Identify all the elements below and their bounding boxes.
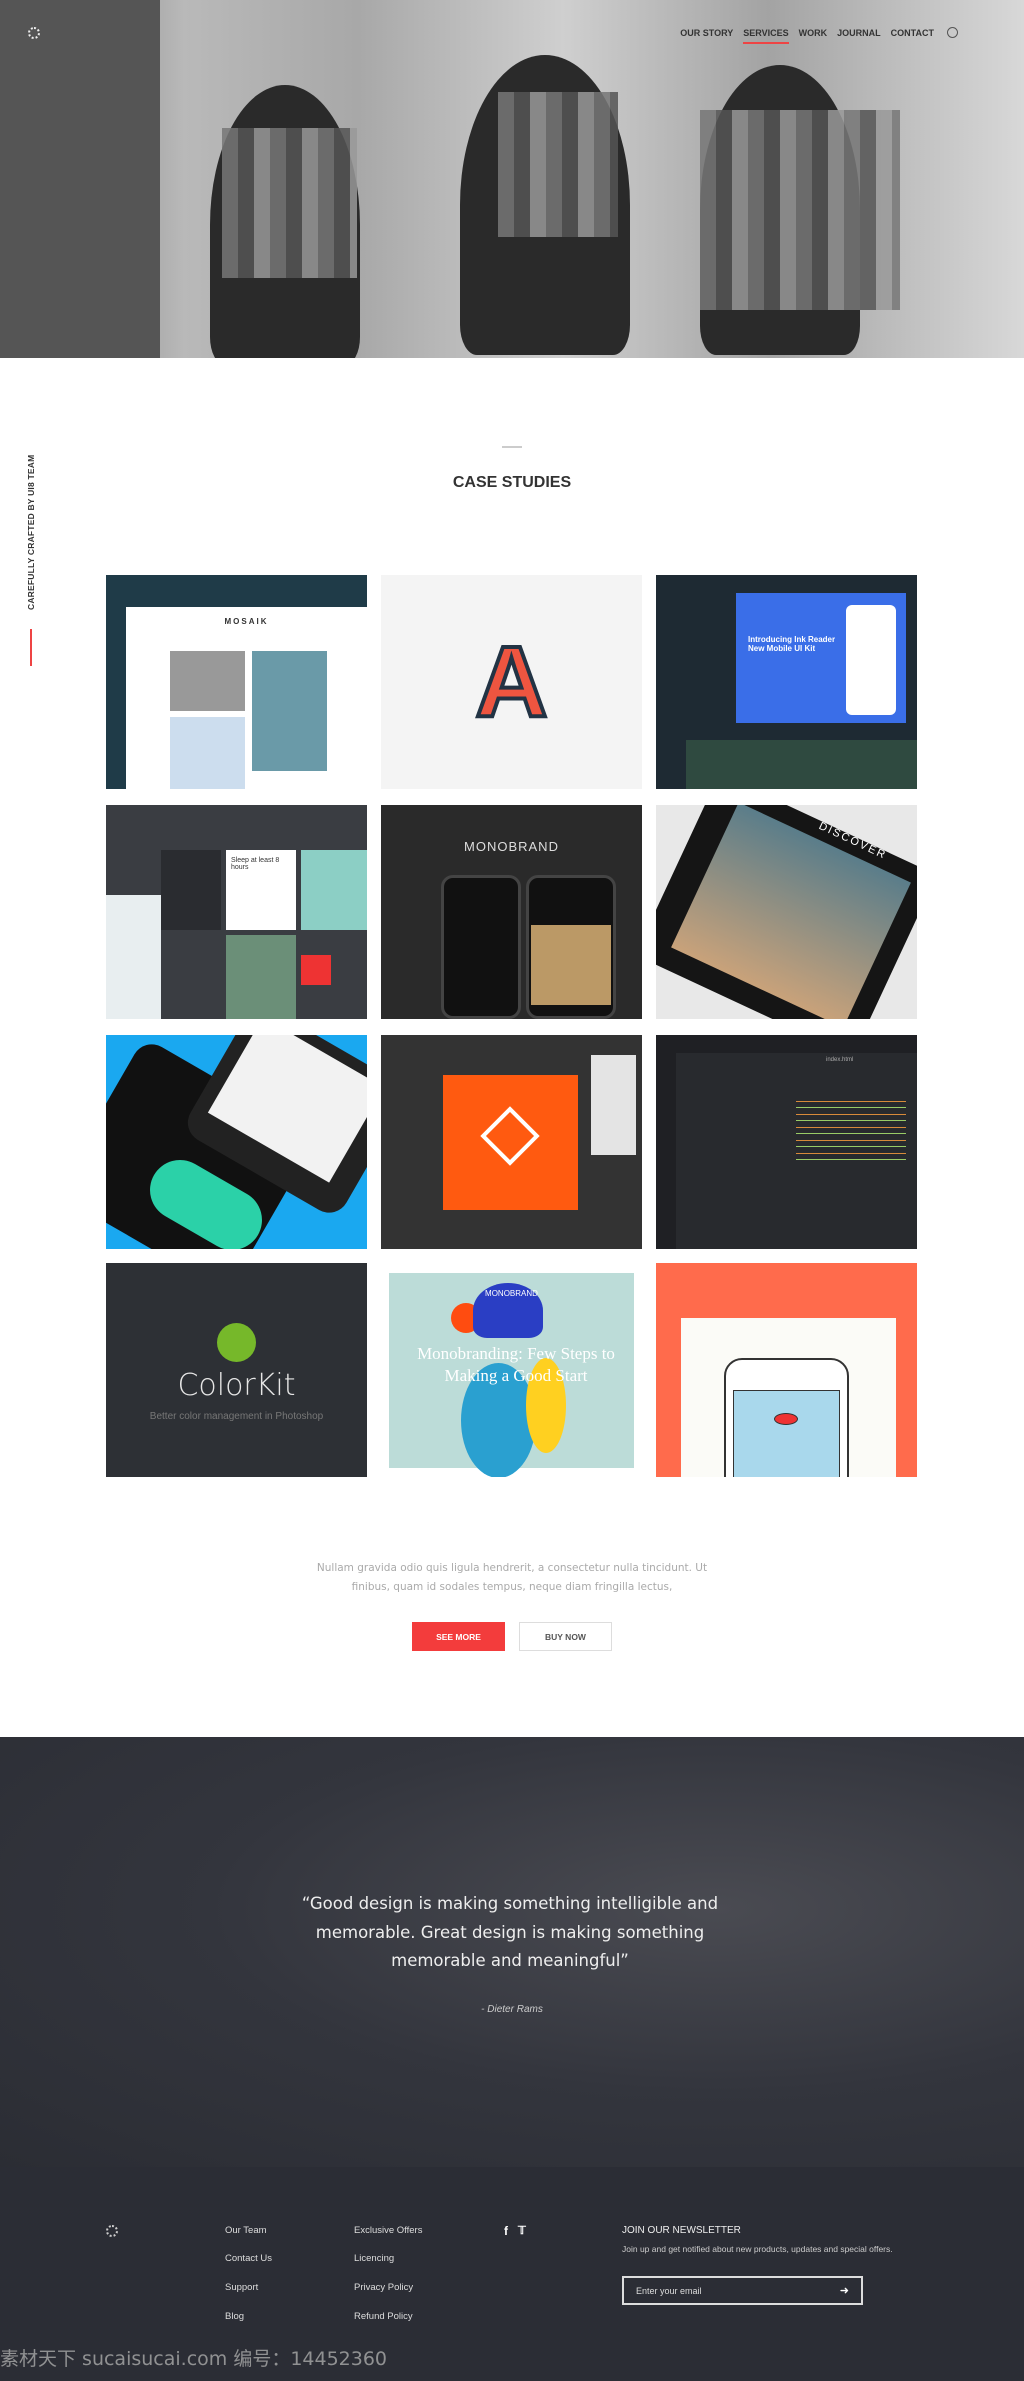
buy-now-button[interactable]: BUY NOW [519,1622,612,1651]
nav-work[interactable]: WORK [799,28,828,44]
tile-label: index.html [826,1057,854,1063]
case-study-tile[interactable] [656,1263,917,1477]
side-accent-line [30,629,32,666]
newsletter-description: Join up and get notified about new produ… [622,2244,893,2254]
case-study-tile[interactable] [381,1035,642,1249]
facebook-icon[interactable]: f [504,2224,508,2238]
watermark: 素材天下 sucaisucai.com 编号：14452360 [0,2348,388,2370]
case-study-tile[interactable]: Sleep at least 8 hours [106,805,367,1019]
tile-label: Sleep at least 8 hours [231,857,280,871]
footer-link-support[interactable]: Support [225,2282,258,2293]
twitter-icon[interactable]: 𝕋 [518,2224,526,2238]
tile-label: MOSAIK [224,617,269,626]
logo-icon[interactable] [28,27,40,39]
case-study-tile[interactable]: DISCOVER [656,805,917,1019]
search-icon[interactable] [947,27,958,38]
nav-journal[interactable]: JOURNAL [837,28,881,44]
tile-sublabel: MONOBRAND [485,1289,538,1298]
footer-link-exclusive-offers[interactable]: Exclusive Offers [354,2225,422,2236]
social-links: f 𝕋 [504,2224,526,2238]
case-study-tile[interactable]: MONOBRAND Monobranding: Few Steps to Mak… [381,1263,642,1477]
title-divider [502,446,522,448]
tile-label: MONOBRAND [464,839,559,854]
nav-contact[interactable]: CONTACT [891,28,934,44]
case-study-tile[interactable] [106,1035,367,1249]
hero-banner: OUR STORY SERVICES WORK JOURNAL CONTACT [0,0,1024,358]
tile-label: ColorKit [177,1368,296,1403]
pixelated-face [700,110,900,310]
logo-icon[interactable] [106,2225,118,2237]
quote-author: - Dieter Rams [481,2004,543,2015]
footer-link-our-team[interactable]: Our Team [225,2225,267,2236]
colorkit-logo-icon [217,1323,256,1362]
case-study-tile[interactable]: MOSAIK [106,575,367,789]
tile-label: Introducing Ink Reader New Mobile UI Kit [748,635,836,653]
case-study-tile[interactable]: ColorKit Better color management in Phot… [106,1263,367,1477]
quote-text: “Good design is making something intelli… [301,1894,719,1970]
case-study-tile[interactable]: Introducing Ink Reader New Mobile UI Kit [656,575,917,789]
case-study-tile[interactable]: index.html [656,1035,917,1249]
footer-link-contact-us[interactable]: Contact Us [225,2253,272,2264]
hero-person [0,0,160,358]
main-nav: OUR STORY SERVICES WORK JOURNAL CONTACT [680,28,934,44]
side-label: CAREFULLY CRAFTED BY UI8 TEAM [22,420,46,670]
arrow-right-icon[interactable]: ➜ [840,2284,849,2297]
nav-services[interactable]: SERVICES [743,28,789,44]
footer-link-refund-policy[interactable]: Refund Policy [354,2311,413,2322]
footer-link-blog[interactable]: Blog [225,2311,244,2322]
nav-our-story[interactable]: OUR STORY [680,28,733,44]
tile-label: A [473,624,549,740]
footer-link-licencing[interactable]: Licencing [354,2253,394,2264]
newsletter-form: ➜ [622,2276,863,2305]
tile-label: Monobranding: Few Steps to Making a Good… [417,1344,615,1385]
tile-sublabel: Better color management in Photoshop [149,1411,324,1422]
case-study-tile[interactable]: A [381,575,642,789]
pixelated-face [498,92,618,237]
footer-link-privacy-policy[interactable]: Privacy Policy [354,2282,413,2293]
email-input[interactable] [636,2285,826,2296]
section-title: CASE STUDIES [452,474,572,491]
pixelated-face [222,128,357,278]
case-study-tile[interactable]: MONOBRAND [381,805,642,1019]
section-description: Nullam gravida odio quis ligula hendreri… [316,1562,708,1593]
newsletter-title: JOIN OUR NEWSLETTER [622,2225,741,2236]
see-more-button[interactable]: SEE MORE [412,1622,505,1651]
